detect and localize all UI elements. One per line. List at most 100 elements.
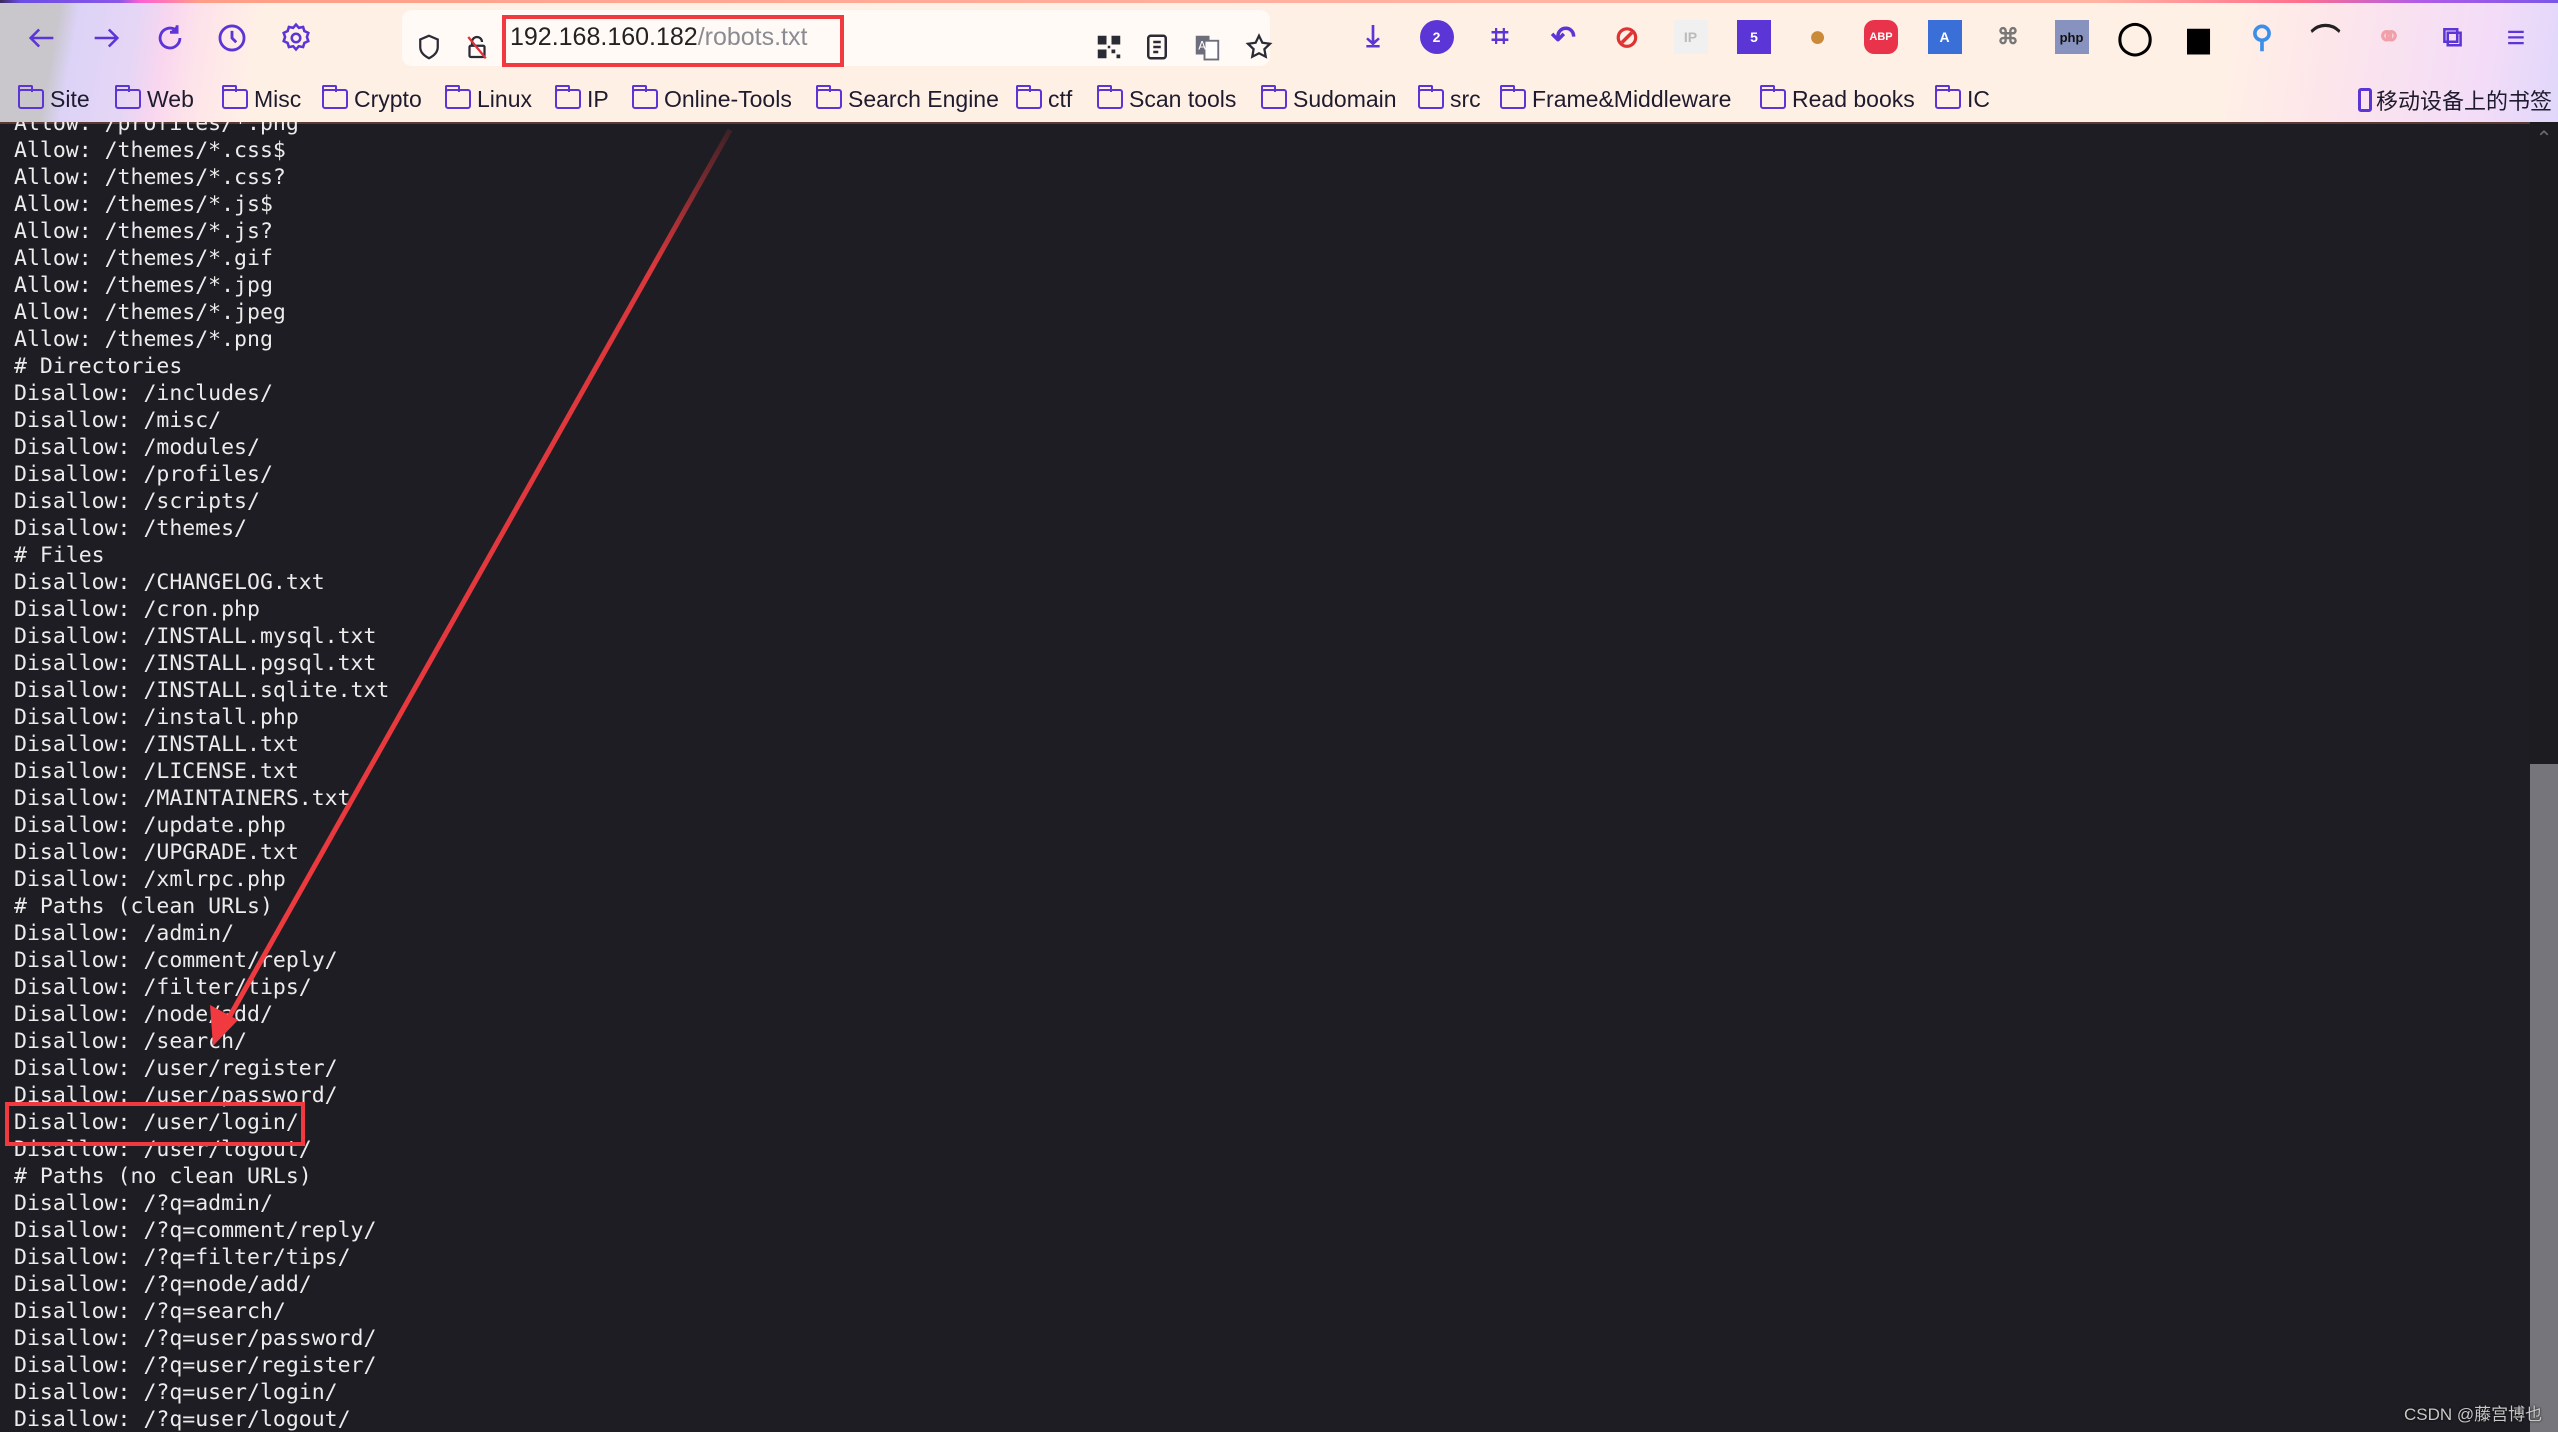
puzzle-icon[interactable]: ⧉: [2436, 20, 2470, 54]
comment-line: # Paths (clean URLs): [14, 894, 273, 919]
bookmark-folder-ip[interactable]: IP: [554, 84, 609, 114]
rule-line: Disallow: /install.php: [14, 705, 299, 730]
bookmark-folder-scan-tools[interactable]: Scan tools: [1096, 84, 1237, 114]
browser-chrome: A 192.168.160.182/robots.txt 移动设备上的书签 Si…: [0, 0, 2558, 124]
rule-line: Disallow: /themes/: [14, 516, 247, 541]
bookmark-folder-ctf[interactable]: ctf: [1015, 84, 1073, 114]
rule-line: Disallow: /update.php: [14, 813, 286, 838]
folder-icon: [1015, 85, 1042, 109]
ip-icon[interactable]: IP: [1673, 20, 1708, 54]
scroll-up-arrow-icon[interactable]: ⌃: [2530, 126, 2558, 150]
pin-icon[interactable]: ⚲: [2245, 20, 2279, 54]
svg-text:A: A: [1198, 40, 1206, 53]
cookie-icon[interactable]: ●: [1801, 20, 1835, 54]
undo-icon[interactable]: ↶: [1547, 20, 1581, 54]
back-button[interactable]: [22, 18, 62, 58]
rule-line: Disallow: /node/add/: [14, 1002, 273, 1027]
rule-line: Disallow: /?q=user/login/: [14, 1380, 338, 1405]
reader-view-icon[interactable]: [1140, 30, 1174, 64]
scrollbar-thumb[interactable]: [2530, 763, 2558, 1432]
rule-line: Allow: /themes/*.png: [14, 327, 273, 352]
forward-button[interactable]: [86, 18, 126, 58]
settings-button[interactable]: [276, 18, 316, 58]
bookmark-folder-src[interactable]: src: [1417, 84, 1481, 114]
bookmark-label: Scan tools: [1129, 85, 1237, 112]
bookmark-folder-frame-middleware[interactable]: Frame&Middleware: [1499, 84, 1732, 114]
bookmark-folder-web[interactable]: Web: [114, 84, 194, 114]
folder-icon: [444, 85, 471, 109]
hackbar-icon[interactable]: 5: [1737, 20, 1771, 54]
cmd-icon[interactable]: ⌘: [1991, 20, 2025, 54]
shield-icon[interactable]: [412, 30, 446, 64]
history-button[interactable]: [212, 18, 252, 58]
page-content: Allow: /profiles/*.png Allow: /themes/*.c…: [0, 122, 2530, 1432]
arrow-right-icon: [94, 28, 120, 48]
rule-line: Disallow: /?q=user/password/: [14, 1326, 377, 1351]
bookmark-folder-misc[interactable]: Misc: [221, 84, 301, 114]
gear-icon: [282, 22, 310, 52]
crop-icon[interactable]: ⌗: [1483, 20, 1517, 54]
rule-line: Disallow: /LICENSE.txt: [14, 759, 299, 784]
rule-line: Allow: /themes/*.jpg: [14, 273, 273, 298]
bookmark-label: Read books: [1792, 85, 1915, 112]
extension-2-icon[interactable]: 2: [1419, 20, 1454, 54]
bookmark-label: Frame&Middleware: [1532, 85, 1732, 112]
ring-icon[interactable]: ◯: [2117, 19, 2153, 55]
mobile-bookmarks-label: 移动设备上的书签: [2375, 89, 2552, 114]
rule-line: Disallow: /?q=search/: [14, 1299, 286, 1324]
qr-code-icon[interactable]: [1092, 30, 1126, 64]
bookmark-label: Online-Tools: [664, 85, 792, 112]
rule-line: Disallow: /?q=comment/reply/: [14, 1218, 377, 1243]
robots-txt-text: Allow: /profiles/*.png Allow: /themes/*.c…: [14, 122, 389, 1432]
hat-icon[interactable]: ⌒: [2309, 20, 2343, 57]
bookmark-folder-site[interactable]: Site: [17, 84, 90, 114]
bookmark-folder-sudomain[interactable]: Sudomain: [1260, 84, 1397, 114]
url-text[interactable]: 192.168.160.182/robots.txt: [510, 20, 807, 54]
folder-icon: [554, 85, 581, 109]
rule-line: Disallow: /INSTALL.pgsql.txt: [14, 651, 377, 676]
download-icon[interactable]: ⤓: [1356, 20, 1390, 54]
folder-icon: [1260, 85, 1287, 109]
bookmark-folder-linux[interactable]: Linux: [444, 84, 532, 114]
rule-line: Disallow: /admin/: [14, 921, 235, 946]
reload-icon: [158, 25, 182, 50]
translate-ext-icon[interactable]: A: [1927, 20, 1962, 54]
translate-icon[interactable]: A: [1190, 30, 1224, 64]
comment-line: # Files: [14, 543, 105, 568]
folder-icon: [1417, 85, 1444, 109]
vertical-scrollbar[interactable]: ⌃: [2530, 122, 2558, 1432]
rule-line: Disallow: /modules/: [14, 435, 260, 460]
php-icon[interactable]: php: [2054, 20, 2089, 54]
rule-line: Allow: /themes/*.css$: [14, 138, 286, 163]
cluster-icon[interactable]: ⚭: [2372, 20, 2406, 54]
bookmark-folder-crypto[interactable]: Crypto: [321, 84, 422, 114]
reload-button[interactable]: [150, 18, 190, 58]
rule-line: Disallow: /user/register/: [14, 1056, 338, 1081]
watermark: CSDN @藤宫博也: [2404, 1405, 2543, 1424]
folder-icon: [1499, 85, 1526, 109]
bookmark-folder-search-engine[interactable]: Search Engine: [815, 84, 999, 114]
folder-icon: [321, 85, 348, 109]
folder-icon: [631, 85, 658, 109]
rule-line: Disallow: /search/: [14, 1029, 247, 1054]
bookmark-star-icon[interactable]: [1242, 30, 1276, 64]
bookmark-label: Search Engine: [848, 85, 999, 112]
mobile-bookmarks[interactable]: 移动设备上的书签: [2357, 84, 2552, 116]
bookmark-label: Linux: [477, 85, 532, 112]
rule-line: Allow: /themes/*.js?: [14, 219, 273, 244]
menu-icon[interactable]: ≡: [2499, 19, 2533, 55]
bookmark-folder-read-books[interactable]: Read books: [1759, 84, 1915, 114]
bookmark-folder-online-tools[interactable]: Online-Tools: [631, 84, 792, 114]
rule-line: Disallow: /misc/: [14, 408, 222, 433]
rule-line: Disallow: /comment/reply/: [14, 948, 338, 973]
bookmark-label: Sudomain: [1293, 85, 1397, 112]
highlight-annotation-box: [5, 1102, 305, 1146]
bookmark-folder-ic[interactable]: IC: [1934, 84, 1990, 114]
rule-line: Disallow: /cron.php: [14, 597, 260, 622]
glasses-icon[interactable]: ▆: [2182, 20, 2216, 54]
adblock-icon[interactable]: ABP: [1864, 20, 1898, 54]
lock-slash-icon[interactable]: [460, 30, 494, 64]
folder-icon: [17, 85, 44, 109]
bookmark-label: ctf: [1048, 85, 1073, 112]
no-cookie-icon[interactable]: ⊘: [1610, 20, 1644, 54]
